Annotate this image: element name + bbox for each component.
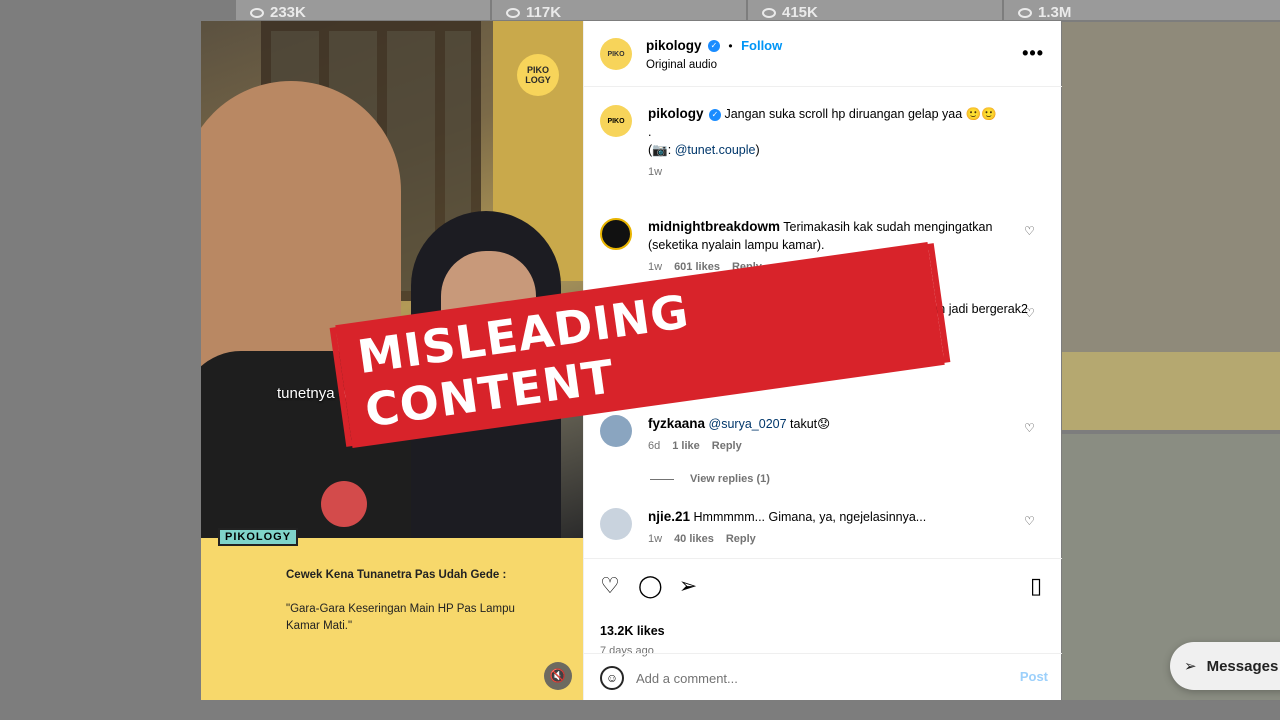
heart-icon[interactable]: ♡ [1024,306,1036,320]
caption-body: pikology ✓ Jangan suka scroll hp diruang… [648,105,1028,181]
eye-icon [506,7,520,18]
comment-username[interactable]: fyzkaana [648,416,705,431]
heart-icon[interactable]: ♡ [1024,514,1036,528]
comment-likes[interactable]: 1 like [672,437,700,455]
comment-username[interactable]: njie.21 [648,509,690,524]
caption-username[interactable]: pikology [648,106,704,121]
comment-icon[interactable]: ◯ [638,574,663,598]
heart-icon[interactable]: ♡ [1024,224,1036,238]
mute-icon: 🔇 [549,668,567,683]
reply-button[interactable]: Reply [726,530,756,548]
share-icon[interactable]: ➢ [676,574,700,598]
header-info: pikology ✓ • Follow Original audio [646,37,782,71]
comment-body: fyzkaana @surya_0207 takut😟 6d 1 like Re… [648,415,1028,455]
feed-tile[interactable]: 117K [492,0,746,20]
bookmark-icon[interactable]: ▯ [1024,574,1048,598]
avatar[interactable]: PIKO [600,105,632,137]
credit-suffix: ) [755,143,760,157]
likes-count[interactable]: 13.2K likes [600,624,665,638]
view-count-text: 233K [270,4,306,20]
brand-badge: PIKO LOGY [517,54,559,96]
header-username[interactable]: pikology [646,38,702,53]
view-count: 415K [762,4,818,20]
comment-text: Hmmmmm... Gimana, ya, ngejelasinnya... [693,510,927,524]
replies-divider [650,478,674,480]
avatar[interactable]: PIKO [600,38,632,70]
comment-input[interactable] [636,666,996,690]
shirt-logo [321,481,367,527]
send-icon: ➢ [1184,658,1197,675]
post-header: PIKO pikology ✓ • Follow Original audio … [584,21,1062,87]
eye-icon [250,7,264,18]
verified-icon: ✓ [709,108,721,121]
comment-meta: 6d 1 like Reply [648,437,1028,455]
view-replies-button[interactable]: View replies (1) [650,473,770,485]
view-count-text: 415K [782,4,818,20]
view-count-text: 117K [526,4,562,20]
caption-dot: . [648,125,652,139]
messages-label: Messages [1206,657,1279,675]
heart-icon[interactable]: ♡ [1024,421,1036,435]
avatar[interactable] [600,415,632,447]
add-comment-bar: ☺ Post [584,653,1062,700]
feed-tile[interactable]: 415K [748,0,1002,20]
comment-time: 1w [648,261,663,273]
comment-body: njie.21 Hmmmmm... Gimana, ya, ngejelasin… [648,508,1028,548]
follow-button[interactable]: Follow [741,38,782,53]
eye-icon [1018,7,1032,18]
emoji-icon[interactable]: ☺ [600,666,624,690]
eye-icon [762,7,776,18]
feed-tile[interactable]: 233K [236,0,490,20]
feed-bottom-strip [236,700,1280,720]
band-title: Cewek Kena Tunanetra Pas Udah Gede : [286,569,507,581]
caption-meta: 1w [648,163,1028,181]
caption-time: 1w [648,166,663,178]
credit-link[interactable]: @tunet.couple [675,143,756,157]
separator-dot: • [728,39,733,53]
view-count: 117K [506,4,561,20]
comment-text: takut😟 [790,417,831,431]
verified-icon: ✓ [707,39,720,52]
comment-meta: 1w 40 likes Reply [648,530,1028,548]
comment-time: 6d [648,440,661,452]
band-subtitle: "Gara-Gara Keseringan Main HP Pas Lampu … [286,603,515,632]
view-count-text: 1.3M [1038,4,1072,20]
mute-button[interactable]: 🔇 [544,662,572,690]
original-audio-link[interactable]: Original audio [646,59,782,71]
feed-tile-right[interactable] [1062,22,1280,430]
avatar[interactable] [600,218,632,250]
more-options-icon[interactable]: ••• [1022,43,1044,64]
comment-username[interactable]: midnightbreakdowm [648,219,780,234]
caption-credit: (📷: @tunet.couple) [648,141,1028,159]
credit-prefix: (📷: [648,143,675,157]
comment-mention[interactable]: @surya_0207 [709,417,787,431]
reply-button[interactable]: Reply [712,437,742,455]
comment-likes[interactable]: 40 likes [674,530,714,548]
tile-band [1062,352,1280,430]
view-replies-label: View replies (1) [690,473,770,485]
messages-button[interactable]: ➢ Messages [1170,642,1280,690]
feed-tile[interactable]: 1.3M [1004,0,1280,20]
post-button[interactable]: Post [1020,669,1048,684]
post-actions: ♡ ◯ ➢ ▯ 13.2K likes 7 days ago [584,558,1062,657]
view-count: 1.3M [1018,4,1071,20]
view-count: 233K [250,4,306,20]
avatar[interactable] [600,508,632,540]
comment-time: 1w [648,533,663,545]
like-heart-icon[interactable]: ♡ [598,574,622,598]
brand-tag: PIKOLOGY [218,528,299,546]
caption-text: Jangan suka scroll hp diruangan gelap ya… [724,107,997,121]
